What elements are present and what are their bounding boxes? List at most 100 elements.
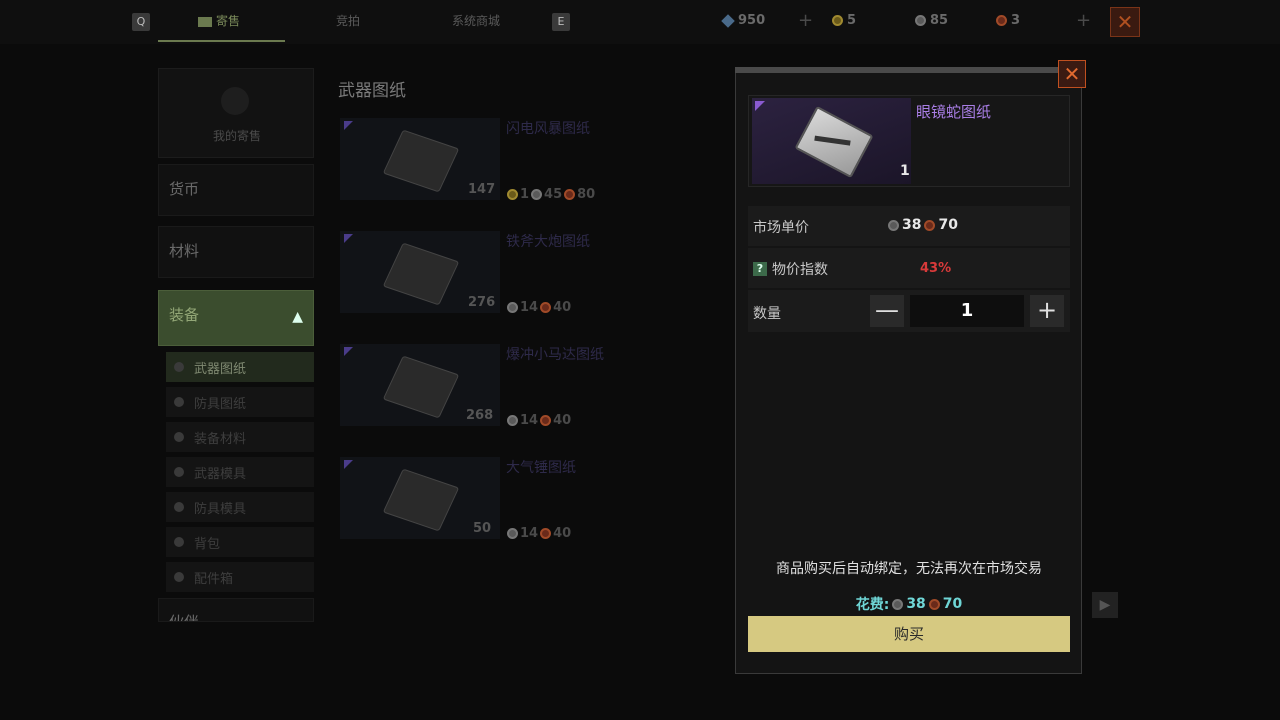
list-item[interactable]: 147 bbox=[340, 118, 500, 200]
quantity-decrease-button[interactable]: — bbox=[870, 295, 904, 327]
key-hint-e: E bbox=[552, 13, 570, 31]
quantity-label: 数量 bbox=[753, 306, 781, 322]
rarity-corner-icon bbox=[344, 460, 353, 469]
blueprint-chip-icon bbox=[382, 129, 460, 193]
item-name: 闪电风暴图纸 bbox=[506, 121, 590, 137]
tab-auction[interactable]: 竞拍 bbox=[336, 12, 360, 29]
subitem-backpack[interactable]: 背包 bbox=[166, 527, 314, 557]
gray-gear-icon bbox=[507, 415, 518, 426]
currency-gold-gear: 5 bbox=[832, 13, 856, 28]
subitem-accessory-box[interactable]: 配件箱 bbox=[166, 562, 314, 592]
item-name: 铁斧大炮图纸 bbox=[506, 234, 590, 250]
help-icon[interactable]: ? bbox=[753, 262, 767, 276]
active-tab-underline bbox=[158, 40, 285, 42]
tab-system-shop[interactable]: 系统商城 bbox=[452, 12, 500, 29]
bullet-icon bbox=[174, 537, 184, 547]
document-icon bbox=[221, 87, 249, 115]
ticket-icon bbox=[198, 16, 212, 27]
category-equipment[interactable]: 装备 ▲ bbox=[158, 290, 314, 346]
bullet-icon bbox=[174, 432, 184, 442]
gray-gear-icon bbox=[507, 528, 518, 539]
play-arrow-icon[interactable]: ▶ bbox=[1092, 592, 1118, 618]
market-price-label: 市场单价 bbox=[753, 220, 809, 236]
gray-gear-icon bbox=[531, 189, 543, 200]
add-currency-button[interactable]: + bbox=[1076, 10, 1091, 31]
subitem-equipment-material[interactable]: 装备材料 bbox=[166, 422, 314, 452]
dialog-close-button[interactable]: ✕ bbox=[1058, 60, 1086, 88]
item-price: 14 40 bbox=[507, 413, 571, 428]
gray-gear-icon bbox=[507, 302, 518, 313]
key-hint-q: Q bbox=[132, 13, 150, 31]
red-gear-icon bbox=[996, 15, 1007, 26]
price-index-label: ? 物价指数 bbox=[753, 259, 828, 279]
blueprint-chip-icon bbox=[382, 355, 460, 419]
price-index-row: ? 物价指数 43% bbox=[748, 248, 1070, 288]
list-item[interactable]: 276 bbox=[340, 231, 500, 313]
quantity-row: 数量 — 1 + bbox=[748, 290, 1070, 332]
red-gear-icon bbox=[564, 189, 576, 200]
rarity-corner-icon bbox=[344, 347, 353, 356]
subitem-armor-blueprint[interactable]: 防具图纸 bbox=[166, 387, 314, 417]
list-item[interactable]: 50 bbox=[340, 457, 500, 539]
item-count: 268 bbox=[466, 408, 494, 423]
chevron-up-icon: ▲ bbox=[292, 309, 303, 325]
diamond-icon bbox=[721, 13, 735, 28]
category-materials[interactable]: 材料 bbox=[158, 226, 314, 278]
item-name: 大气锤图纸 bbox=[506, 460, 576, 476]
subitem-weapon-blueprint[interactable]: 武器图纸 bbox=[166, 352, 314, 382]
red-gear-icon bbox=[540, 528, 552, 539]
currency-gray-gear: 85 bbox=[915, 13, 948, 28]
close-icon: ✕ bbox=[1116, 10, 1134, 34]
total-cost: 花费: 38 70 bbox=[855, 596, 963, 613]
quantity-input[interactable]: 1 bbox=[910, 295, 1024, 327]
my-sale-button[interactable]: 我的寄售 bbox=[158, 68, 314, 158]
gray-gear-icon bbox=[888, 219, 899, 231]
item-count: 50 bbox=[473, 521, 492, 536]
add-diamond-button[interactable]: + bbox=[798, 10, 813, 31]
item-price: 14 40 bbox=[507, 526, 571, 541]
currency-red-gear: 3 bbox=[996, 13, 1020, 28]
market-price-row: 市场单价 38 70 bbox=[748, 206, 1070, 246]
bullet-icon bbox=[174, 467, 184, 477]
buy-button[interactable]: 购买 bbox=[748, 616, 1070, 652]
item-price: 1 45 80 bbox=[507, 187, 595, 202]
close-shop-button[interactable]: ✕ bbox=[1110, 7, 1140, 37]
item-name: 爆冲小马达图纸 bbox=[506, 347, 604, 363]
my-sale-label: 我的寄售 bbox=[212, 129, 261, 143]
blueprint-chip-icon bbox=[382, 468, 460, 532]
bind-notice: 商品购买后自动绑定，无法再次在市场交易 bbox=[776, 561, 1042, 577]
item-quantity: 1 bbox=[900, 163, 910, 179]
category-currency[interactable]: 货币 bbox=[158, 164, 314, 216]
list-item[interactable]: 268 bbox=[340, 344, 500, 426]
category-partner[interactable]: 伙伴 bbox=[158, 598, 314, 622]
red-gear-icon bbox=[540, 415, 552, 426]
tab-consign[interactable]: 寄售 bbox=[198, 12, 240, 29]
rarity-corner-icon bbox=[755, 101, 765, 111]
gray-gear-icon bbox=[892, 598, 904, 610]
section-title: 武器图纸 bbox=[338, 81, 406, 101]
gold-gear-icon bbox=[507, 189, 518, 200]
subitem-weapon-mold[interactable]: 武器模具 bbox=[166, 457, 314, 487]
close-icon: ✕ bbox=[1063, 62, 1081, 86]
subitem-armor-mold[interactable]: 防具模具 bbox=[166, 492, 314, 522]
red-gear-icon bbox=[540, 302, 552, 313]
price-index-value: 43% bbox=[920, 261, 952, 276]
bullet-icon bbox=[174, 572, 184, 582]
blueprint-chip-icon bbox=[382, 242, 460, 306]
bullet-icon bbox=[174, 397, 184, 407]
item-count: 276 bbox=[468, 295, 496, 310]
quantity-increase-button[interactable]: + bbox=[1030, 295, 1064, 327]
currency-diamond: 950 bbox=[721, 13, 765, 28]
rarity-corner-icon bbox=[344, 121, 353, 130]
red-gear-icon bbox=[924, 219, 936, 231]
bullet-icon bbox=[174, 362, 184, 372]
bullet-icon bbox=[174, 502, 184, 512]
gold-gear-icon bbox=[832, 15, 843, 26]
dialog-top-strip bbox=[735, 67, 1060, 73]
item-price: 14 40 bbox=[507, 300, 571, 315]
item-title: 眼镜蛇图纸 bbox=[916, 103, 992, 121]
item-count: 147 bbox=[468, 182, 496, 197]
market-price-value: 38 70 bbox=[888, 217, 958, 233]
rarity-corner-icon bbox=[344, 234, 353, 243]
gray-gear-icon bbox=[915, 15, 926, 26]
